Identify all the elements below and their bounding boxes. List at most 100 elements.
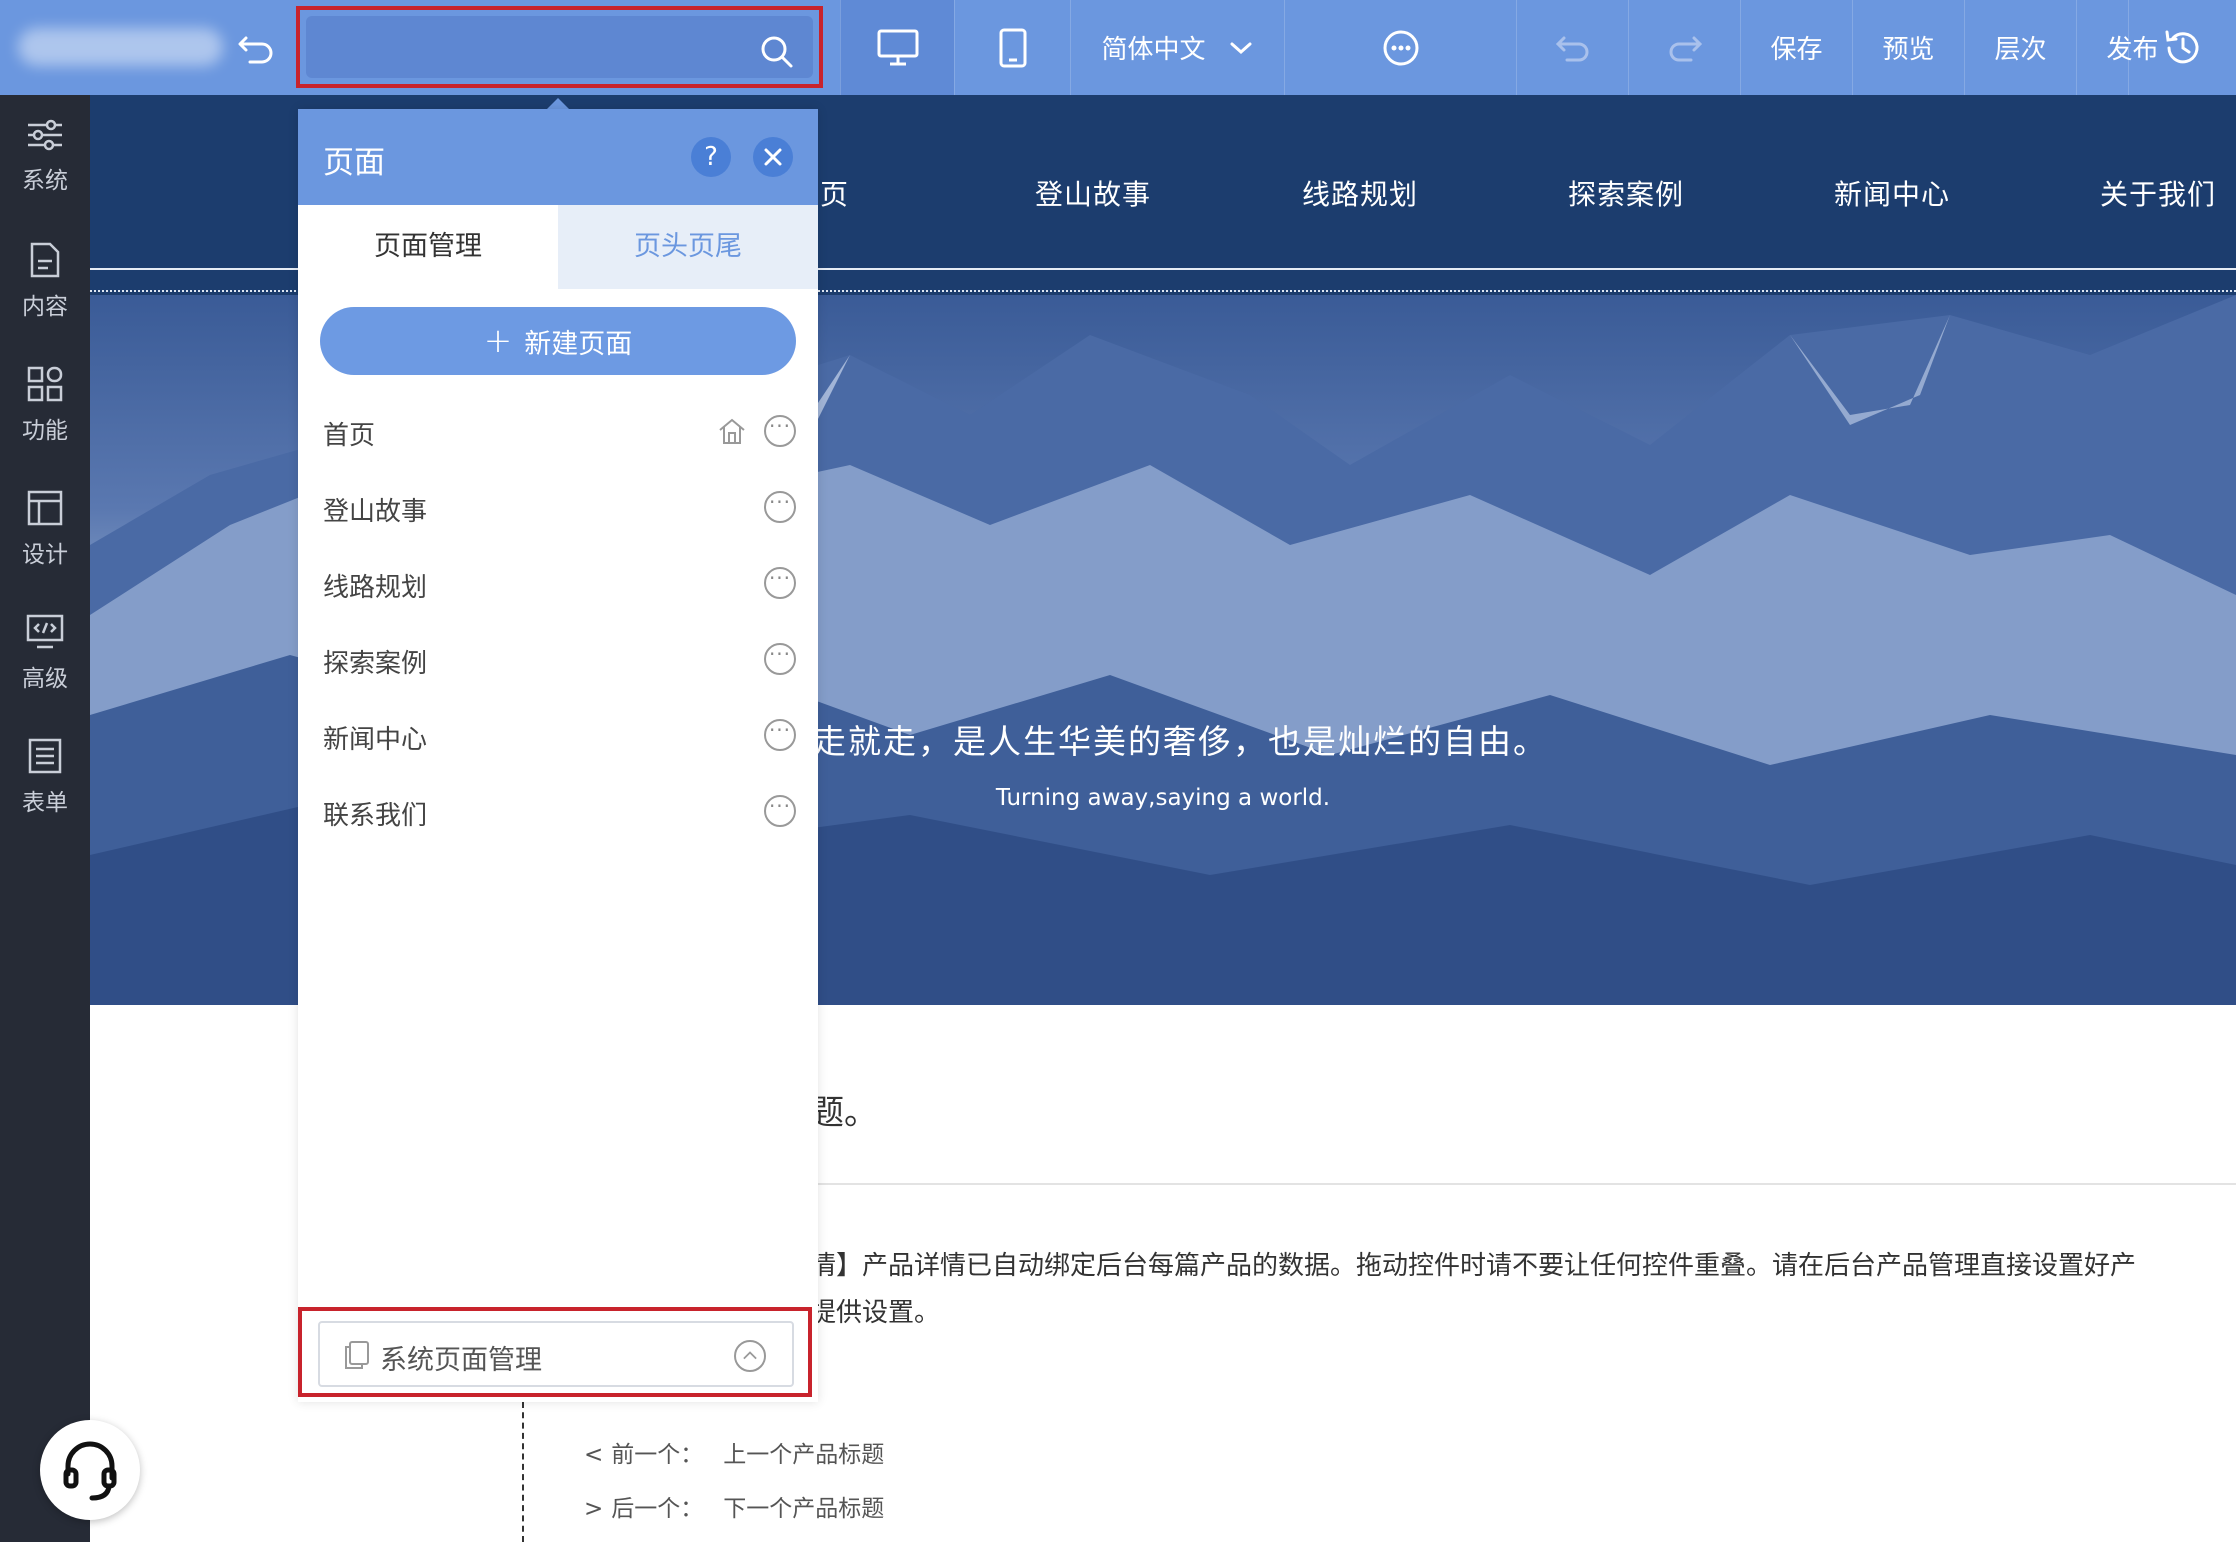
sidebar-item-design[interactable]: 设计 bbox=[0, 477, 90, 587]
undo-button[interactable] bbox=[1516, 0, 1628, 95]
preview-button[interactable]: 预览 bbox=[1852, 0, 1964, 95]
site-nav-item[interactable]: 页 bbox=[820, 173, 849, 213]
mobile-view-button[interactable] bbox=[954, 0, 1070, 95]
desktop-view-button[interactable] bbox=[840, 0, 954, 95]
history-button[interactable] bbox=[2128, 0, 2236, 95]
close-panel-button[interactable] bbox=[753, 137, 793, 177]
site-nav-item[interactable]: 新闻中心 bbox=[1834, 173, 1950, 213]
mobile-icon bbox=[999, 28, 1026, 67]
undo-icon bbox=[1555, 36, 1588, 61]
site-name-blurred bbox=[18, 28, 223, 66]
system-pages-button[interactable]: 系统页面管理 bbox=[318, 1321, 794, 1387]
page-list-item[interactable]: 新闻中心 bbox=[298, 699, 818, 775]
form-icon bbox=[28, 738, 62, 774]
home-icon[interactable] bbox=[716, 415, 748, 447]
page-name: 新闻中心 bbox=[323, 725, 428, 755]
sidebar-item-functions[interactable]: 功能 bbox=[0, 353, 90, 463]
customer-support-button[interactable] bbox=[40, 1420, 140, 1520]
preview-label: 预览 bbox=[1882, 35, 1935, 65]
new-page-button[interactable]: + 新建页面 bbox=[320, 307, 796, 375]
panel-tabs: 页面管理 页头页尾 bbox=[298, 205, 818, 289]
layout-icon bbox=[27, 490, 63, 526]
dashed-guide-line bbox=[522, 1402, 524, 1542]
save-label: 保存 bbox=[1770, 35, 1823, 65]
ellipsis-icon bbox=[1383, 30, 1418, 65]
redo-button[interactable] bbox=[1628, 0, 1740, 95]
page-list-item[interactable]: 探索案例 bbox=[298, 623, 818, 699]
document-icon bbox=[30, 242, 60, 278]
panel-title: 页面 bbox=[323, 145, 385, 181]
page-options-icon[interactable] bbox=[764, 414, 796, 447]
headset-icon bbox=[63, 1441, 117, 1501]
code-icon bbox=[26, 614, 64, 649]
search-icon[interactable] bbox=[757, 32, 797, 72]
prev-product-link[interactable]: < 前一个： 上一个产品标题 bbox=[584, 1435, 884, 1469]
page-name: 探索案例 bbox=[323, 649, 428, 679]
grid-icon bbox=[27, 366, 63, 402]
sliders-icon bbox=[28, 119, 62, 151]
search-highlight-box bbox=[296, 6, 823, 88]
layers-button[interactable]: 层次 bbox=[1964, 0, 2076, 95]
page-list-item[interactable]: 首页 bbox=[298, 395, 818, 471]
site-nav-item[interactable]: 探索案例 bbox=[1568, 173, 1684, 213]
layers-label: 层次 bbox=[1994, 35, 2047, 65]
page-list-item[interactable]: 线路规划 bbox=[298, 547, 818, 623]
sidebar-label: 设计 bbox=[22, 542, 68, 568]
system-pages-label: 系统页面管理 bbox=[380, 1345, 542, 1376]
help-button[interactable]: ? bbox=[691, 137, 731, 177]
help-icon: ? bbox=[704, 142, 718, 172]
product-title[interactable]: 题。 bbox=[810, 1085, 878, 1134]
language-select[interactable]: 简体中文 bbox=[1070, 0, 1284, 95]
page-list-item[interactable]: 联系我们 bbox=[298, 775, 818, 851]
search-field bbox=[306, 16, 813, 78]
page-name: 线路规划 bbox=[323, 573, 428, 603]
exit-editor-button[interactable] bbox=[236, 26, 278, 68]
search-input[interactable] bbox=[306, 16, 813, 78]
site-nav-item[interactable]: 线路规划 bbox=[1302, 173, 1418, 213]
sidebar-item-system[interactable]: 系统 bbox=[0, 105, 90, 215]
next-value: 下一个产品标题 bbox=[723, 1496, 885, 1522]
chevron-up-icon bbox=[734, 1340, 766, 1372]
panel-header: 页面 ? bbox=[298, 109, 818, 205]
description-line: 情】产品详情已自动绑定后台每篇产品的数据。拖动控件时请不要让任何控件重叠。请在后… bbox=[810, 1251, 2137, 1281]
sidebar-item-advanced[interactable]: 高级 bbox=[0, 601, 90, 711]
page-name: 联系我们 bbox=[323, 801, 428, 831]
tab-header-footer[interactable]: 页头页尾 bbox=[558, 205, 818, 289]
page-options-icon[interactable] bbox=[764, 490, 796, 523]
sidebar-item-content[interactable]: 内容 bbox=[0, 229, 90, 339]
history-clock-icon bbox=[2165, 30, 2198, 63]
content-divider bbox=[810, 1183, 2236, 1185]
new-page-label: 新建页面 bbox=[524, 328, 633, 360]
next-product-link[interactable]: > 后一个： 下一个产品标题 bbox=[584, 1489, 884, 1523]
product-description[interactable]: 情】产品详情已自动绑定后台每篇产品的数据。拖动控件时请不要让任何控件重叠。请在后… bbox=[810, 1243, 2236, 1337]
back-arrow-icon bbox=[238, 36, 273, 64]
desktop-icon bbox=[877, 29, 918, 65]
chevron-down-icon bbox=[1230, 42, 1251, 54]
sidebar-item-forms[interactable]: 表单 bbox=[0, 725, 90, 835]
page-options-icon[interactable] bbox=[764, 794, 796, 827]
prev-value: 上一个产品标题 bbox=[723, 1442, 885, 1468]
pages-panel: 页面 ? 页面管理 页头页尾 + 新建页面 首页 登山故事 线路规划 探索案例 bbox=[298, 109, 818, 1402]
site-nav-item[interactable]: 关于我们 bbox=[2100, 173, 2216, 213]
pages-copy-icon bbox=[345, 1341, 369, 1369]
description-line: 提供设置。 bbox=[810, 1298, 941, 1328]
page-options-icon[interactable] bbox=[764, 718, 796, 751]
language-label: 简体中文 bbox=[1101, 35, 1206, 65]
page-options-icon[interactable] bbox=[764, 566, 796, 599]
redo-icon bbox=[1669, 36, 1702, 61]
sidebar-label: 功能 bbox=[22, 418, 68, 444]
sidebar-label: 高级 bbox=[22, 666, 68, 692]
chevron-right-icon: > bbox=[584, 1496, 604, 1522]
left-sidebar: 系统 内容 功能 设计 高级 表单 bbox=[0, 95, 90, 1542]
save-button[interactable]: 保存 bbox=[1740, 0, 1852, 95]
more-options-button[interactable] bbox=[1284, 0, 1516, 95]
sidebar-label: 表单 bbox=[22, 790, 68, 816]
tab-page-management[interactable]: 页面管理 bbox=[298, 205, 558, 289]
page-list-item[interactable]: 登山故事 bbox=[298, 471, 818, 547]
site-nav-item[interactable]: 登山故事 bbox=[1035, 173, 1151, 213]
plus-icon: + bbox=[483, 321, 513, 361]
page-name: 登山故事 bbox=[323, 497, 428, 527]
chevron-left-icon: < bbox=[584, 1442, 604, 1468]
page-options-icon[interactable] bbox=[764, 642, 796, 675]
sidebar-label: 系统 bbox=[22, 168, 68, 194]
